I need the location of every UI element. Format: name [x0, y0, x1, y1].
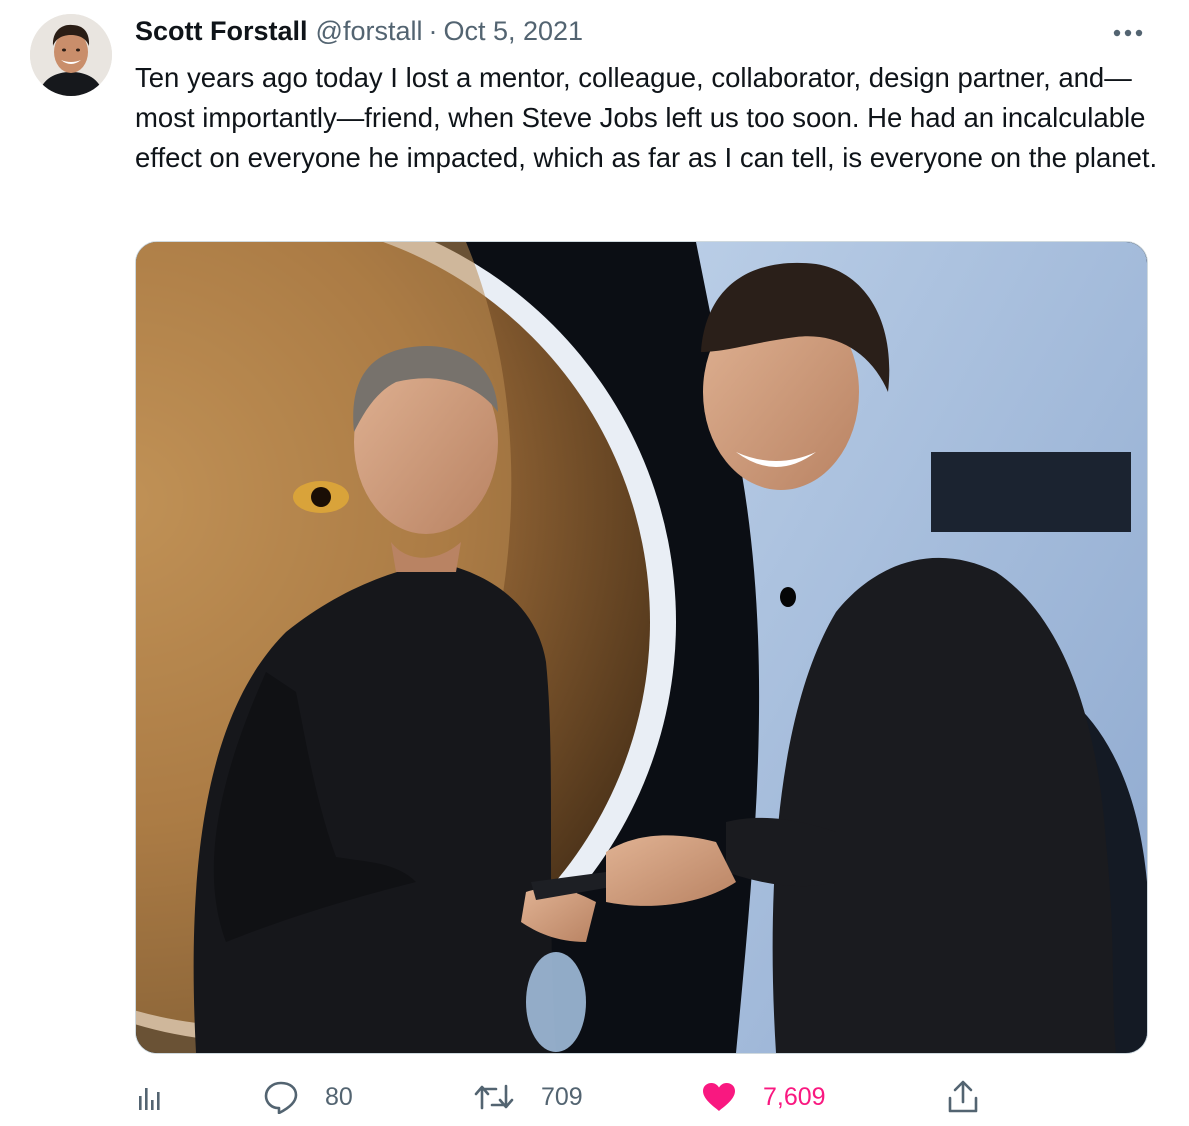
tweet-actions: 80 709 7,609 [135, 1070, 1146, 1124]
tweet-header: Scott Forstall @forstall · Oct 5, 2021 [135, 14, 583, 48]
analytics-button[interactable] [135, 1070, 165, 1124]
share-icon [948, 1080, 978, 1113]
more-icon [1113, 29, 1143, 37]
like-count: 7,609 [763, 1082, 826, 1111]
author-handle[interactable]: @forstall [316, 16, 423, 47]
tweet-date[interactable]: Oct 5, 2021 [443, 16, 583, 47]
avatar-image [30, 14, 112, 96]
like-button[interactable]: 7,609 [701, 1070, 826, 1124]
share-button[interactable] [947, 1070, 979, 1124]
retweet-button[interactable]: 709 [473, 1070, 583, 1124]
reply-count: 80 [325, 1082, 353, 1111]
separator: · [428, 15, 438, 46]
tweet-photo[interactable] [135, 241, 1148, 1054]
avatar[interactable] [30, 14, 112, 96]
retweet-icon [474, 1084, 514, 1110]
reply-icon [264, 1081, 298, 1114]
retweet-count: 709 [541, 1082, 583, 1111]
author-name[interactable]: Scott Forstall [135, 16, 308, 47]
more-button[interactable] [1108, 20, 1148, 46]
analytics-icon [139, 1088, 160, 1110]
reply-button[interactable]: 80 [263, 1070, 353, 1124]
heart-icon [703, 1083, 735, 1111]
tweet-text: Ten years ago today I lost a mentor, col… [135, 62, 1158, 173]
photo-image [136, 242, 1147, 1053]
